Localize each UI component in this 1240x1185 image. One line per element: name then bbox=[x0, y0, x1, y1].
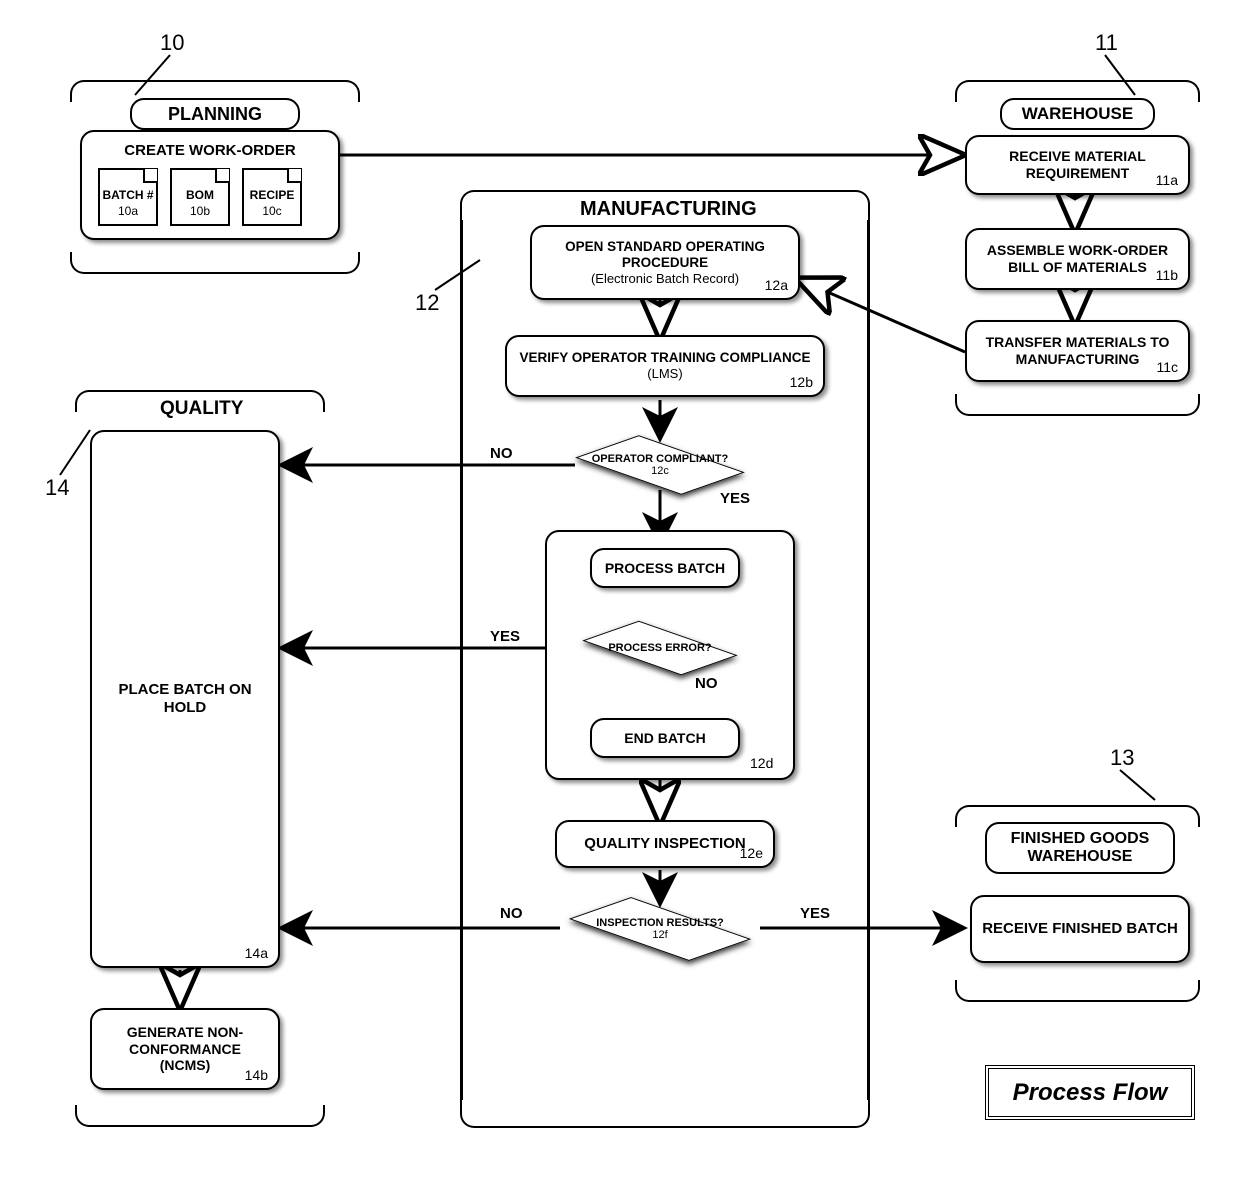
finished-title: FINISHED GOODS WAREHOUSE bbox=[985, 822, 1175, 874]
ref-planning: 10 bbox=[160, 30, 184, 56]
finished-bracket-bottom bbox=[955, 980, 1200, 1002]
quality-title: QUALITY bbox=[160, 398, 243, 420]
quality-inspection-box: QUALITY INSPECTION 12e bbox=[555, 820, 775, 868]
doc-recipe: RECIPE 10c bbox=[242, 168, 302, 226]
diagram-canvas: 10 PLANNING CREATE WORK-ORDER BATCH # 10… bbox=[0, 0, 1240, 1185]
diagram-title: Process Flow bbox=[985, 1065, 1195, 1120]
inner-tag: 12d bbox=[750, 755, 773, 771]
planning-title: PLANNING bbox=[130, 98, 300, 130]
decision-inspection-results: INSPECTION RESULTS? 12f bbox=[575, 885, 745, 973]
label-no-1: NO bbox=[490, 445, 513, 462]
label-yes-1: YES bbox=[720, 490, 750, 507]
assemble-bom-box: ASSEMBLE WORK-ORDER BILL OF MATERIALS 11… bbox=[965, 228, 1190, 290]
generate-ncms-box: GENERATE NON-CONFORMANCE (NCMS) 14b bbox=[90, 1008, 280, 1090]
end-batch-box: END BATCH bbox=[590, 718, 740, 758]
verify-training-box: VERIFY OPERATOR TRAINING COMPLIANCE (LMS… bbox=[505, 335, 825, 397]
label-yes-3: YES bbox=[800, 905, 830, 922]
place-batch-on-hold-box: PLACE BATCH ON HOLD 14a bbox=[90, 430, 280, 968]
doc-batch: BATCH # 10a bbox=[98, 168, 158, 226]
receive-finished-batch-box: RECEIVE FINISHED BATCH bbox=[970, 895, 1190, 963]
receive-material-box: RECEIVE MATERIAL REQUIREMENT 11a bbox=[965, 135, 1190, 195]
quality-bracket-bottom bbox=[75, 1105, 325, 1127]
doc-bom: BOM 10b bbox=[170, 168, 230, 226]
warehouse-bracket-bottom bbox=[955, 394, 1200, 416]
ref-quality: 14 bbox=[45, 475, 69, 501]
warehouse-title: WAREHOUSE bbox=[1000, 98, 1155, 130]
label-no-3: NO bbox=[500, 905, 523, 922]
manufacturing-bracket-bottom bbox=[460, 1100, 870, 1128]
planning-bracket-bottom bbox=[70, 252, 360, 274]
ref-finished: 13 bbox=[1110, 745, 1134, 771]
transfer-materials-box: TRANSFER MATERIALS TO MANUFACTURING 11c bbox=[965, 320, 1190, 382]
manufacturing-title: MANUFACTURING bbox=[580, 198, 757, 221]
process-batch-box: PROCESS BATCH bbox=[590, 548, 740, 588]
decision-operator-compliant: OPERATOR COMPLIANT? 12c bbox=[585, 420, 735, 510]
ref-manufacturing: 12 bbox=[415, 290, 439, 316]
ref-warehouse: 11 bbox=[1095, 30, 1118, 56]
label-no-2: NO bbox=[695, 675, 718, 692]
create-wo-label: CREATE WORK-ORDER bbox=[124, 142, 295, 160]
open-sop-box: OPEN STANDARD OPERATING PROCEDURE (Elect… bbox=[530, 225, 800, 300]
label-yes-2: YES bbox=[490, 628, 520, 645]
